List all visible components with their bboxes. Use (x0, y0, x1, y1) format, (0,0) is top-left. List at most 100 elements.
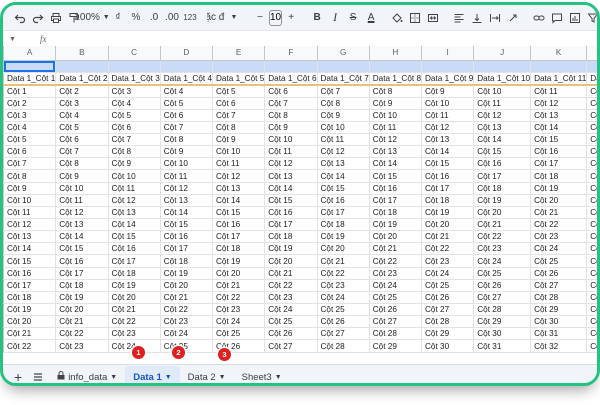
cell[interactable]: Cột 18 (212, 242, 266, 256)
cell[interactable]: Cột 23 (160, 315, 214, 329)
cell[interactable]: Cột 17 (55, 267, 109, 280)
cell[interactable]: Cột 10 (108, 169, 161, 183)
cell[interactable]: Cột 26 (369, 303, 423, 317)
cell[interactable]: Cột 23 (264, 291, 318, 305)
cell[interactable]: Cột 17 (421, 182, 475, 195)
cell[interactable]: Cột 16 (212, 218, 266, 232)
cell[interactable]: Cột 22 (530, 218, 588, 232)
cell[interactable]: Cột 8 (108, 145, 161, 159)
column-header[interactable]: D (160, 46, 214, 61)
cell[interactable]: Cột 14 (108, 218, 161, 232)
cell[interactable]: Cột 23 (108, 327, 161, 341)
cell[interactable]: Cột 27 (530, 279, 588, 292)
column-header[interactable]: B (55, 46, 109, 61)
cell[interactable]: Cột 13 (421, 133, 475, 147)
cell[interactable]: Cột 20 (369, 230, 423, 244)
cell[interactable]: Cột 26 (421, 291, 475, 305)
cell[interactable]: Cột 21 (369, 242, 423, 256)
borders-icon[interactable] (406, 8, 424, 28)
cell[interactable]: Cột 30 (586, 303, 597, 317)
filter-icon[interactable] (584, 8, 597, 28)
cell[interactable]: Cột 25 (264, 315, 318, 329)
cell[interactable]: Cột 12 (317, 145, 370, 159)
percent-format-button[interactable]: % (127, 8, 145, 28)
cell[interactable]: Cột 14 (212, 194, 266, 207)
cell[interactable]: Cột 20 (160, 279, 214, 292)
cell[interactable]: Cột 9 (317, 109, 370, 122)
cell[interactable]: Cột 21 (530, 206, 588, 220)
decrease-decimal-button[interactable]: .0 (145, 8, 163, 28)
header-cell[interactable]: Data 1_Cột 7 (317, 72, 370, 86)
cell[interactable]: Cột 22 (264, 279, 318, 292)
cell[interactable]: Cột 13 (55, 218, 109, 232)
sheet-tab[interactable]: Data 1 ▼ (125, 366, 180, 383)
cell[interactable]: Cột 17 (264, 218, 318, 232)
cell[interactable]: Cột 11 (108, 182, 161, 195)
column-header[interactable]: H (369, 46, 423, 61)
font-size-input[interactable]: 10 (269, 9, 283, 26)
chevron-down-icon[interactable]: ▼ (110, 374, 117, 381)
cell[interactable]: Cột 10 (160, 157, 214, 171)
cell[interactable]: Cột 32 (586, 327, 597, 341)
cell[interactable]: Cột 18 (530, 169, 588, 183)
cell[interactable]: Cột 15 (212, 206, 266, 220)
cell[interactable]: Cột 10 (212, 145, 266, 159)
cell[interactable]: Cột 4 (3, 121, 57, 135)
cell[interactable]: Cột 17 (473, 169, 532, 183)
cell[interactable]: Cột 24 (160, 327, 214, 341)
cell[interactable]: Cột 20 (421, 218, 475, 232)
cell[interactable]: Cột 14 (473, 133, 532, 147)
cell[interactable]: Cột 10 (473, 84, 532, 98)
sheet-tab[interactable]: Sheet3 ▼ (234, 366, 290, 383)
cell[interactable]: Cột 28 (369, 327, 423, 341)
add-sheet-icon[interactable]: + (9, 366, 27, 383)
cell[interactable]: Cột 19 (3, 303, 57, 317)
cell[interactable]: Cột 30 (530, 315, 588, 329)
valign-icon[interactable] (468, 8, 486, 28)
cell[interactable]: Cột 16 (369, 182, 423, 195)
cell[interactable]: Cột 14 (160, 206, 214, 220)
sheet-tab[interactable]: info_data ▼ (49, 366, 125, 383)
header-cell[interactable]: Data 1_Cột 1 (3, 72, 57, 86)
currency-format-button[interactable]: ₫ (109, 8, 127, 28)
font-size-decrease-button[interactable]: − (251, 8, 269, 28)
cell[interactable]: Cột 5 (108, 109, 161, 122)
cell[interactable]: Cột 23 (212, 303, 266, 317)
cell[interactable]: Cột 7 (160, 121, 214, 135)
comment-icon[interactable] (548, 8, 566, 28)
cell[interactable]: Cột 9 (55, 169, 109, 183)
cell[interactable]: Cột 19 (586, 169, 597, 183)
cell[interactable]: Cột 18 (3, 291, 57, 305)
header-cell[interactable]: Data 1_Cột 3 (108, 72, 161, 86)
cell[interactable]: Cột 20 (212, 267, 266, 280)
cell[interactable]: Cột 7 (3, 157, 57, 171)
header-cell[interactable]: Data 1_Cột 8 (369, 72, 423, 86)
cell[interactable]: Cột 8 (264, 109, 318, 122)
cell[interactable]: Cột 13 (369, 145, 423, 159)
cell[interactable]: Cột 12 (473, 109, 532, 122)
italic-button[interactable]: I (326, 8, 344, 28)
cell[interactable]: Cột 20 (264, 254, 318, 268)
cell[interactable]: Cột 30 (421, 339, 475, 353)
column-header[interactable]: C (108, 46, 161, 61)
cell[interactable] (473, 60, 532, 73)
sheet-tab[interactable]: Data 2 ▼ (180, 366, 234, 383)
cell[interactable]: Cột 6 (108, 121, 161, 135)
cell[interactable]: Cột 24 (473, 254, 532, 268)
cell[interactable]: Cột 8 (212, 121, 266, 135)
cell[interactable] (3, 60, 57, 73)
increase-decimal-button[interactable]: .00 (163, 8, 181, 28)
font-size-increase-button[interactable]: + (282, 8, 300, 28)
cell[interactable]: Cột 11 (160, 169, 214, 183)
cell[interactable]: Cột 27 (421, 303, 475, 317)
column-header[interactable]: F (264, 46, 318, 61)
cell[interactable]: Cột 10 (369, 109, 423, 122)
cell[interactable]: Cột 8 (317, 97, 370, 110)
cell[interactable]: Cột 6 (264, 84, 318, 98)
header-cell[interactable]: Data 1_Cột 6 (264, 72, 318, 86)
cell[interactable]: Cột 24 (264, 303, 318, 317)
cell[interactable]: Cột 17 (212, 230, 266, 244)
column-header[interactable]: J (473, 46, 532, 61)
cell[interactable]: Cột 10 (264, 133, 318, 147)
cell[interactable]: Cột 16 (55, 254, 109, 268)
